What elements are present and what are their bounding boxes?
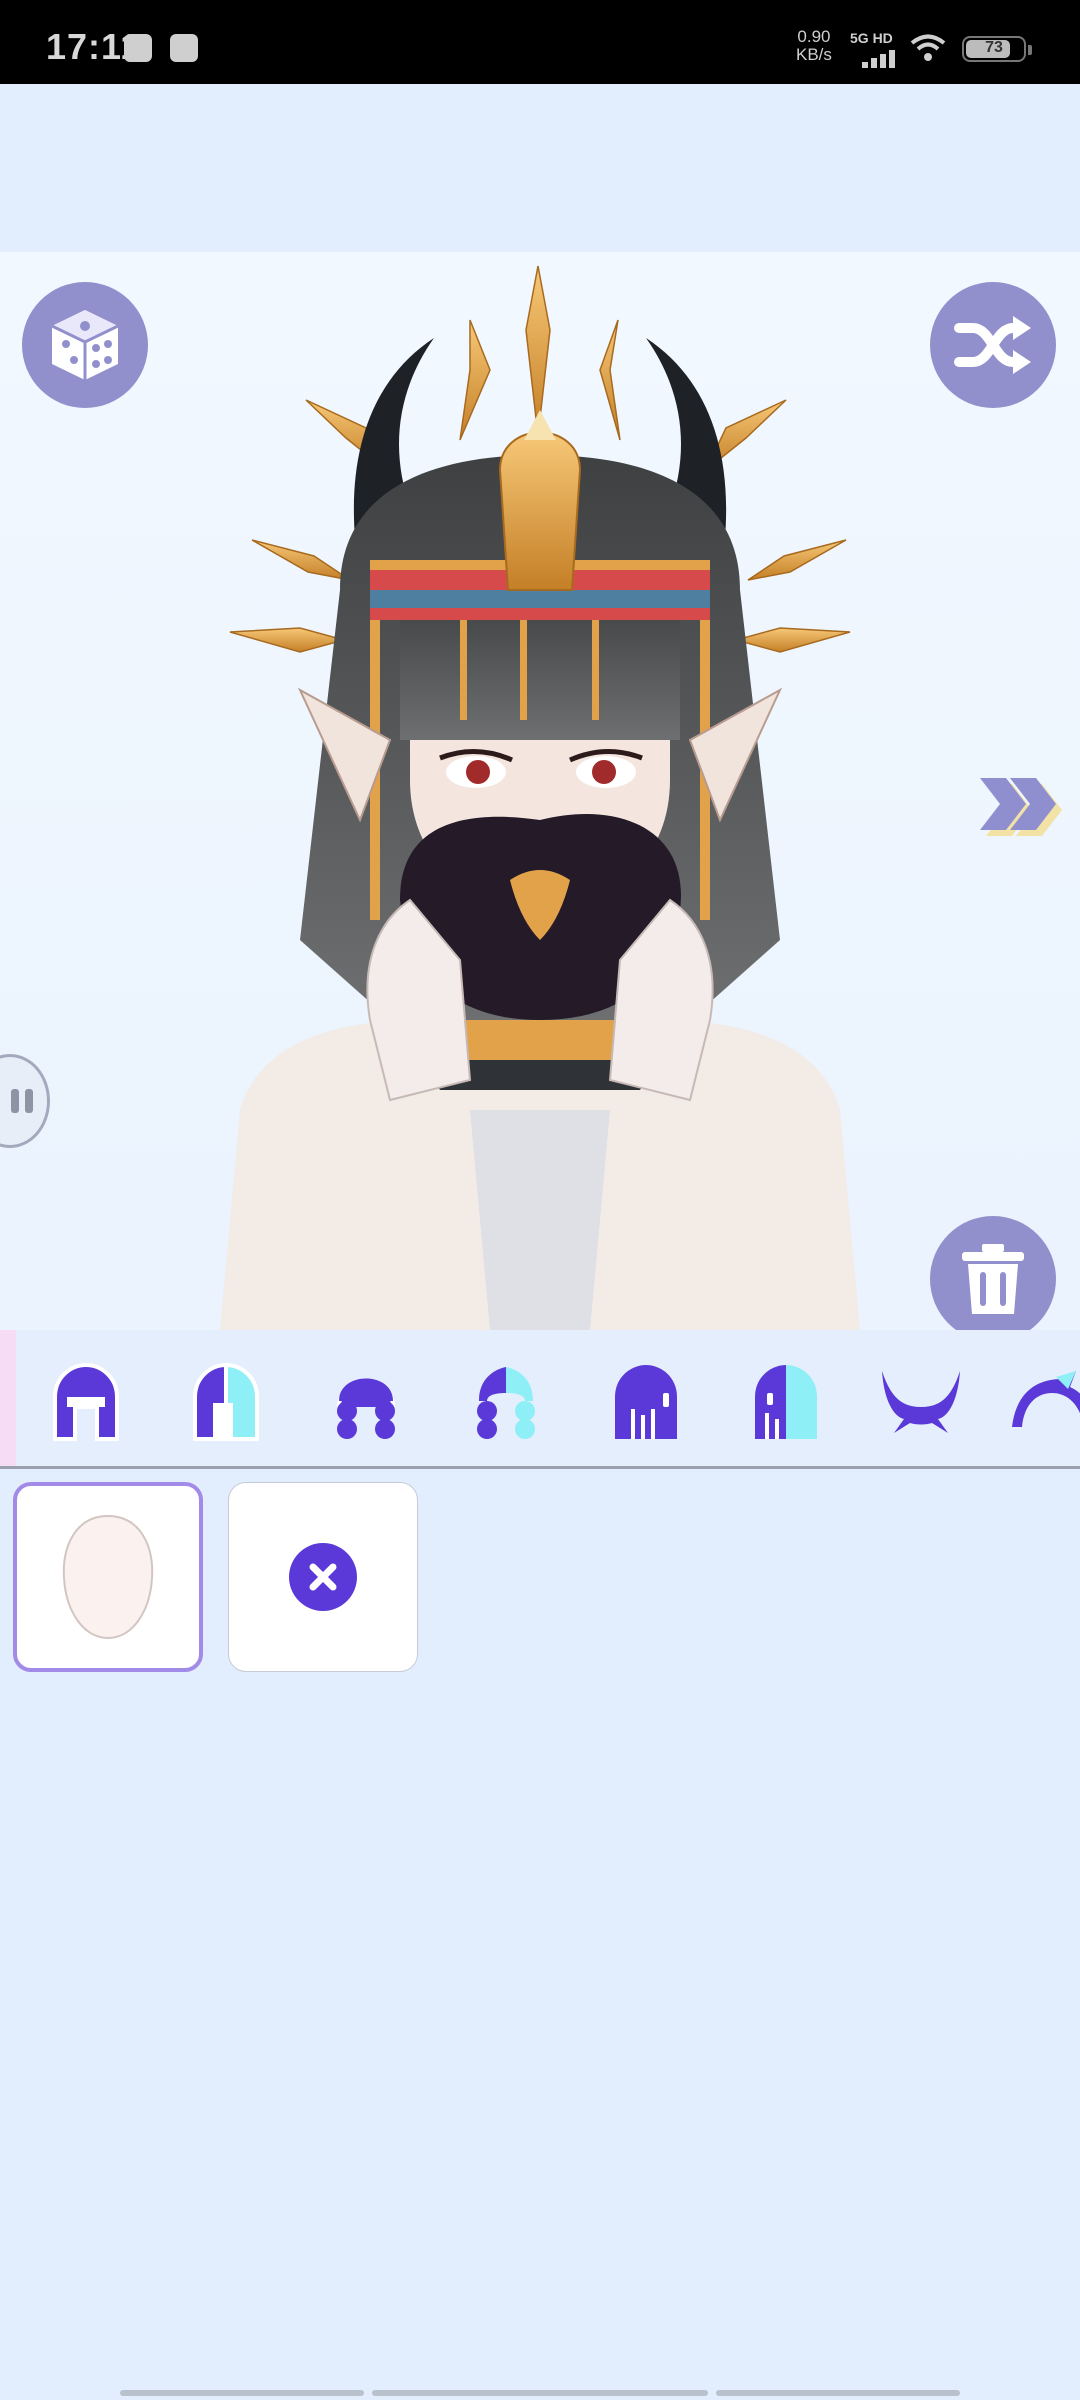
hair-front-solid-icon xyxy=(53,1363,119,1441)
none-option[interactable] xyxy=(228,1482,418,1672)
side-drawer-handle[interactable] xyxy=(0,1054,50,1148)
category-horns[interactable] xyxy=(876,1360,966,1444)
character-stage xyxy=(0,252,1080,1330)
nav-bar-segment-right xyxy=(716,2390,960,2396)
ears-icon xyxy=(1012,1371,1080,1427)
hair-long-split-icon xyxy=(755,1365,817,1439)
dice-random-icon xyxy=(51,310,119,380)
trash-icon xyxy=(962,1244,1024,1314)
category-hair-front-split[interactable] xyxy=(186,1360,266,1444)
top-spacer xyxy=(0,84,1080,252)
delete-button[interactable] xyxy=(930,1216,1056,1330)
nav-bar-segment-left xyxy=(120,2390,364,2396)
battery-level: 73 xyxy=(985,39,1003,56)
category-hair-front-solid[interactable] xyxy=(46,1360,126,1444)
mail-notification-icon xyxy=(170,34,198,62)
category-hair-long-solid[interactable] xyxy=(606,1360,686,1444)
next-chevrons-icon[interactable] xyxy=(976,772,1066,842)
category-strip xyxy=(0,1330,1080,1469)
close-icon xyxy=(289,1543,357,1611)
face-shape-icon xyxy=(62,1514,154,1640)
category-strip-accent xyxy=(0,1330,16,1466)
hair-braid-solid-icon xyxy=(337,1378,395,1439)
hair-braid-split-icon xyxy=(477,1367,535,1439)
network-type: 5G HD xyxy=(850,30,893,46)
signal-icon xyxy=(862,48,898,68)
category-hair-braid-split[interactable] xyxy=(466,1360,546,1444)
random-dice-button[interactable] xyxy=(22,282,148,408)
nav-bar-segment-center xyxy=(372,2390,708,2396)
battery-icon: 73 xyxy=(962,36,1032,62)
status-bar: 17:11 0.90 KB/s 5G HD 73 xyxy=(0,0,1080,84)
net-speed-value: 0.90 xyxy=(797,27,831,46)
horns-icon xyxy=(882,1371,960,1433)
category-hair-braid-solid[interactable] xyxy=(326,1360,406,1444)
net-speed: 0.90 KB/s xyxy=(796,28,832,64)
hair-long-solid-icon xyxy=(615,1365,677,1439)
wifi-icon xyxy=(910,34,946,61)
net-speed-unit: KB/s xyxy=(796,45,832,64)
check-notification-icon xyxy=(124,34,152,62)
shuffle-button[interactable] xyxy=(930,282,1056,408)
shuffle-icon xyxy=(954,316,1031,374)
category-ears[interactable] xyxy=(1006,1360,1080,1444)
hair-front-split-icon xyxy=(193,1363,259,1441)
face-shape-option[interactable] xyxy=(13,1482,203,1672)
category-hair-long-split[interactable] xyxy=(746,1360,826,1444)
character-avatar-preview xyxy=(220,265,860,1330)
